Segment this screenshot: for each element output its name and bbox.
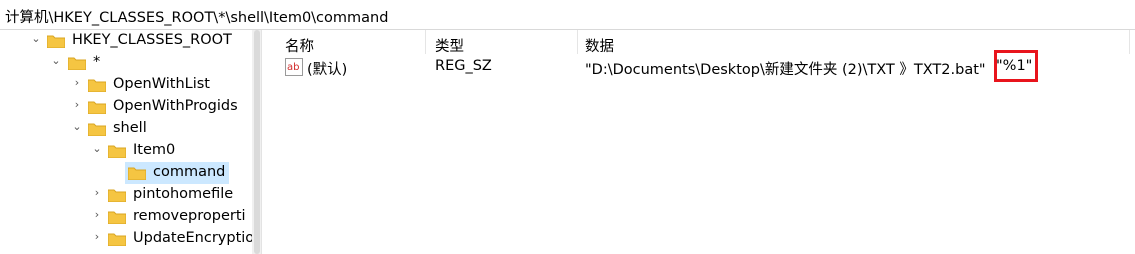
tree-node-hkey-classes-root[interactable]: ⌄ HKEY_CLASSES_ROOT (0, 30, 252, 52)
tree-node-openwithlist[interactable]: › OpenWithList (0, 74, 252, 96)
column-separator[interactable] (577, 30, 578, 54)
folder-icon (88, 122, 106, 136)
scrollbar-thumb[interactable] (254, 30, 260, 254)
column-header-name[interactable]: 名称 (285, 35, 314, 56)
svg-text:ab: ab (287, 62, 299, 73)
column-separator[interactable] (1129, 30, 1130, 54)
folder-icon (88, 78, 106, 92)
tree-node-label: command (153, 164, 226, 180)
column-separator[interactable] (425, 30, 426, 54)
tree-node-removeproperties[interactable]: › removeproperti (0, 206, 252, 228)
folder-icon (68, 56, 86, 70)
tree-node-openwithprogids[interactable]: › OpenWithProgids (0, 96, 252, 118)
tree-node-label: removeproperti (133, 208, 246, 224)
tree-node-updateencryption[interactable]: › UpdateEncryptio (0, 228, 252, 250)
tree-node-command[interactable]: command (0, 162, 252, 184)
folder-icon (108, 232, 126, 246)
tree-node-label: pintohomefile (133, 186, 234, 202)
tree-node-shell[interactable]: ⌄ shell (0, 118, 252, 140)
tree-node-item0[interactable]: ⌄ Item0 (0, 140, 252, 162)
address-path[interactable]: 计算机\HKEY_CLASSES_ROOT\*\shell\Item0\comm… (5, 6, 388, 27)
address-bar[interactable]: 计算机\HKEY_CLASSES_ROOT\*\shell\Item0\comm… (0, 0, 1135, 30)
tree-node-label: HKEY_CLASSES_ROOT (72, 32, 232, 48)
tree-node-star[interactable]: ⌄ * (0, 52, 252, 74)
tree-node-label: Item0 (133, 142, 176, 158)
annotation-highlight-box (994, 50, 1038, 82)
folder-icon (108, 188, 126, 202)
chevron-right-icon[interactable]: › (91, 209, 103, 221)
value-name[interactable]: (默认) (307, 58, 347, 79)
string-value-icon: ab (285, 58, 303, 76)
chevron-down-icon[interactable]: ⌄ (30, 33, 42, 45)
chevron-down-icon[interactable]: ⌄ (91, 143, 103, 155)
chevron-right-icon[interactable]: › (71, 99, 83, 111)
registry-tree[interactable]: ⌄ HKEY_CLASSES_ROOT ⌄ * › OpenWithList › (0, 30, 262, 254)
chevron-right-icon[interactable]: › (71, 77, 83, 89)
column-header-data[interactable]: 数据 (585, 35, 614, 56)
tree-node-label: shell (113, 120, 147, 136)
tree-node-label: OpenWithList (113, 76, 210, 92)
value-type: REG_SZ (435, 58, 492, 74)
tree-scrollbar[interactable] (252, 30, 261, 254)
tree-node-label: * (93, 54, 101, 70)
chevron-down-icon[interactable]: ⌄ (50, 55, 62, 67)
tree-node-label: OpenWithProgids (113, 98, 238, 114)
folder-icon (47, 34, 65, 48)
tree-node-pintohomefile[interactable]: › pintohomefile (0, 184, 252, 206)
folder-icon (108, 210, 126, 224)
value-list[interactable]: 名称 类型 数据 ab (默认) REG_SZ "D:\Documents\De… (277, 30, 1135, 254)
tree-content: ⌄ HKEY_CLASSES_ROOT ⌄ * › OpenWithList › (0, 30, 252, 254)
folder-icon (108, 144, 126, 158)
folder-icon (88, 100, 106, 114)
chevron-right-icon[interactable]: › (91, 187, 103, 199)
folder-icon (128, 166, 146, 180)
value-data: "D:\Documents\Desktop\新建文件夹 (2)\TXT 》TXT… (585, 62, 986, 78)
chevron-down-icon[interactable]: ⌄ (71, 121, 83, 133)
chevron-right-icon[interactable]: › (91, 231, 103, 243)
column-header-type[interactable]: 类型 (435, 35, 464, 56)
tree-node-label: UpdateEncryptio (133, 230, 252, 246)
